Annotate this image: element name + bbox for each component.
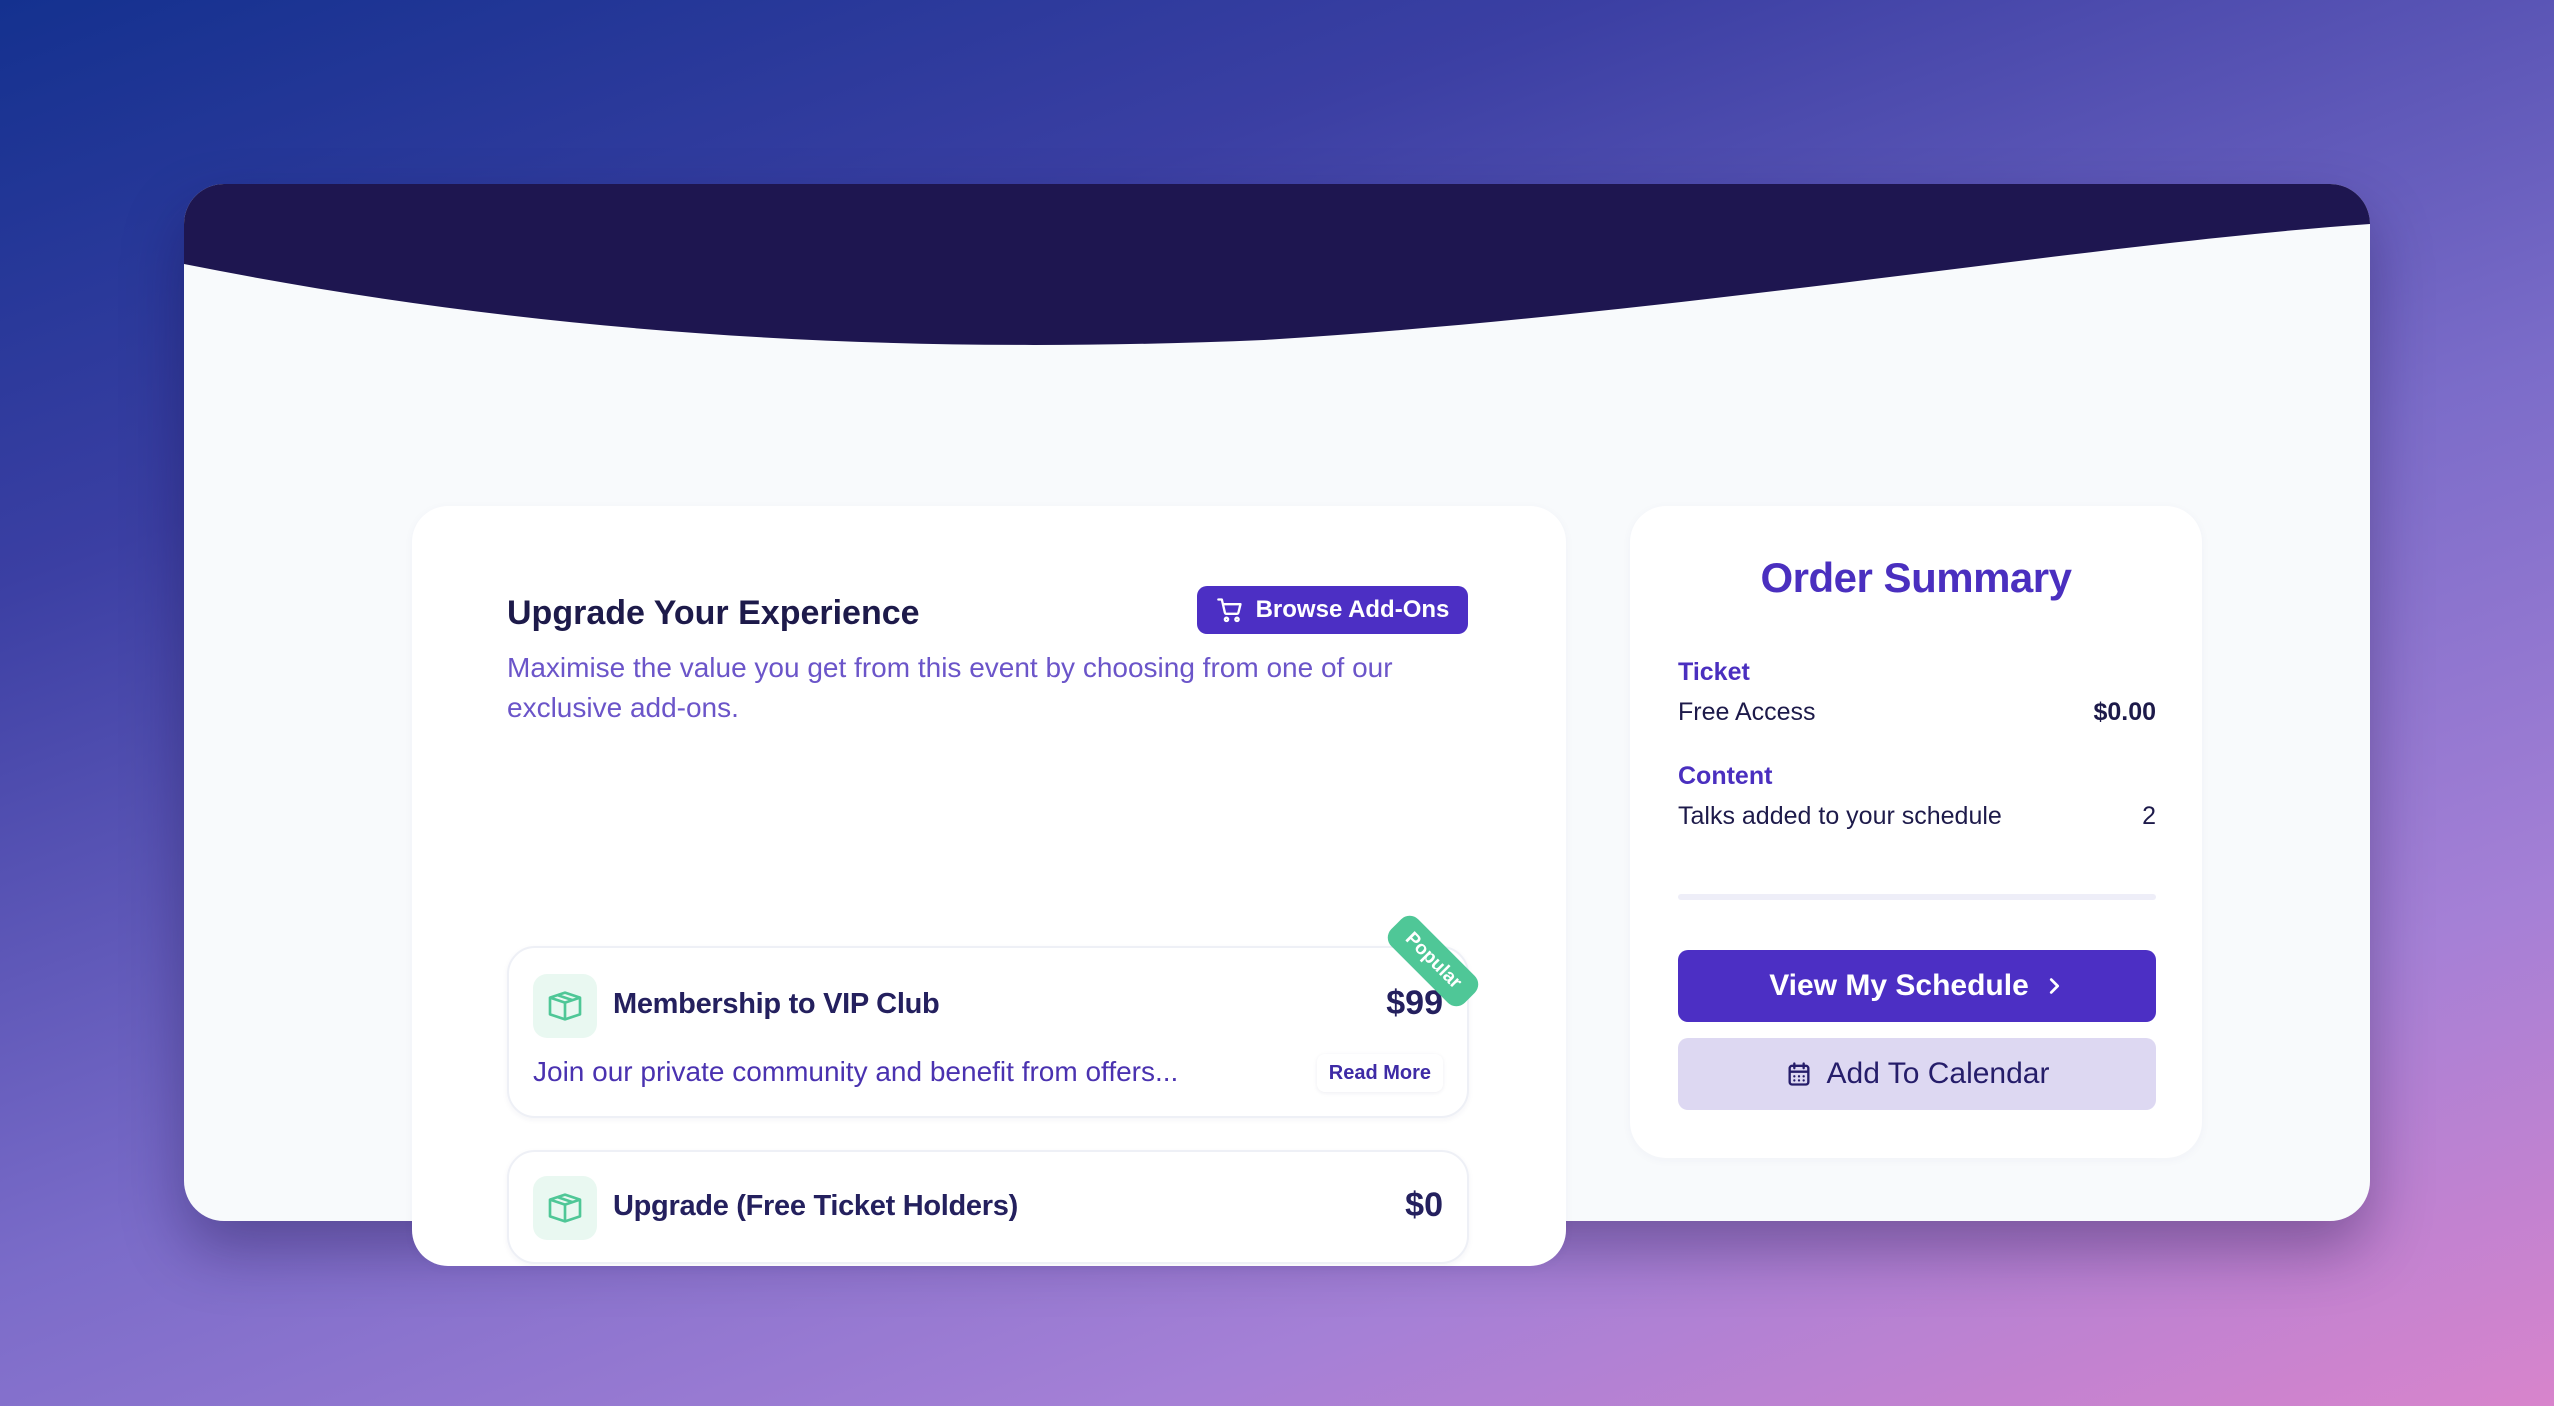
ticket-price: $0.00: [2093, 698, 2156, 726]
upgrade-description: Maximise the value you get from this eve…: [507, 652, 1393, 723]
ticket-label: Ticket: [1678, 658, 1750, 686]
addon-icon-container: [533, 974, 597, 1038]
addon-icon-container: [533, 1176, 597, 1240]
view-my-schedule-button[interactable]: View My Schedule: [1678, 950, 2156, 1022]
order-summary-panel: Order Summary Ticket Free Access $0.00 C…: [1630, 506, 2202, 1158]
content-name: Talks added to your schedule: [1678, 802, 2002, 830]
add-to-calendar-button[interactable]: Add To Calendar: [1678, 1038, 2156, 1110]
upgrade-panel: Upgrade Your Experience Browse Add-Ons M…: [412, 506, 1566, 1266]
browse-add-ons-button[interactable]: Browse Add-Ons: [1197, 586, 1468, 634]
chevron-right-icon: [2049, 978, 2059, 994]
content-count: 2: [2142, 802, 2156, 830]
browse-add-ons-label: Browse Add-Ons: [1255, 596, 1450, 623]
header-wave: [184, 184, 2370, 345]
order-summary-title: Order Summary: [1760, 554, 2072, 601]
addon-card-vip[interactable]: Membership to VIP Club $99 Join our priv…: [507, 910, 1484, 1118]
calendar-icon: [1788, 1062, 1810, 1086]
box-icon: [548, 1193, 582, 1223]
summary-divider: [1678, 894, 2156, 900]
add-to-calendar-label: Add To Calendar: [1826, 1057, 2050, 1090]
addon-name: Membership to VIP Club: [613, 988, 940, 1020]
content-label: Content: [1678, 762, 1773, 790]
addon-price: $0: [1405, 1186, 1443, 1224]
box-icon: [548, 991, 582, 1021]
addon-name: Upgrade (Free Ticket Holders): [613, 1190, 1018, 1222]
view-my-schedule-label: View My Schedule: [1769, 969, 2029, 1002]
addon-card-upgrade[interactable]: Upgrade (Free Ticket Holders) $0: [507, 1150, 1469, 1264]
cart-icon: [1216, 598, 1242, 623]
ticket-name: Free Access: [1678, 698, 1816, 726]
addon-description: Join our private community and benefit f…: [533, 1056, 1179, 1087]
read-more-button[interactable]: Read More: [1316, 1054, 1443, 1092]
upgrade-title: Upgrade Your Experience: [507, 594, 920, 632]
